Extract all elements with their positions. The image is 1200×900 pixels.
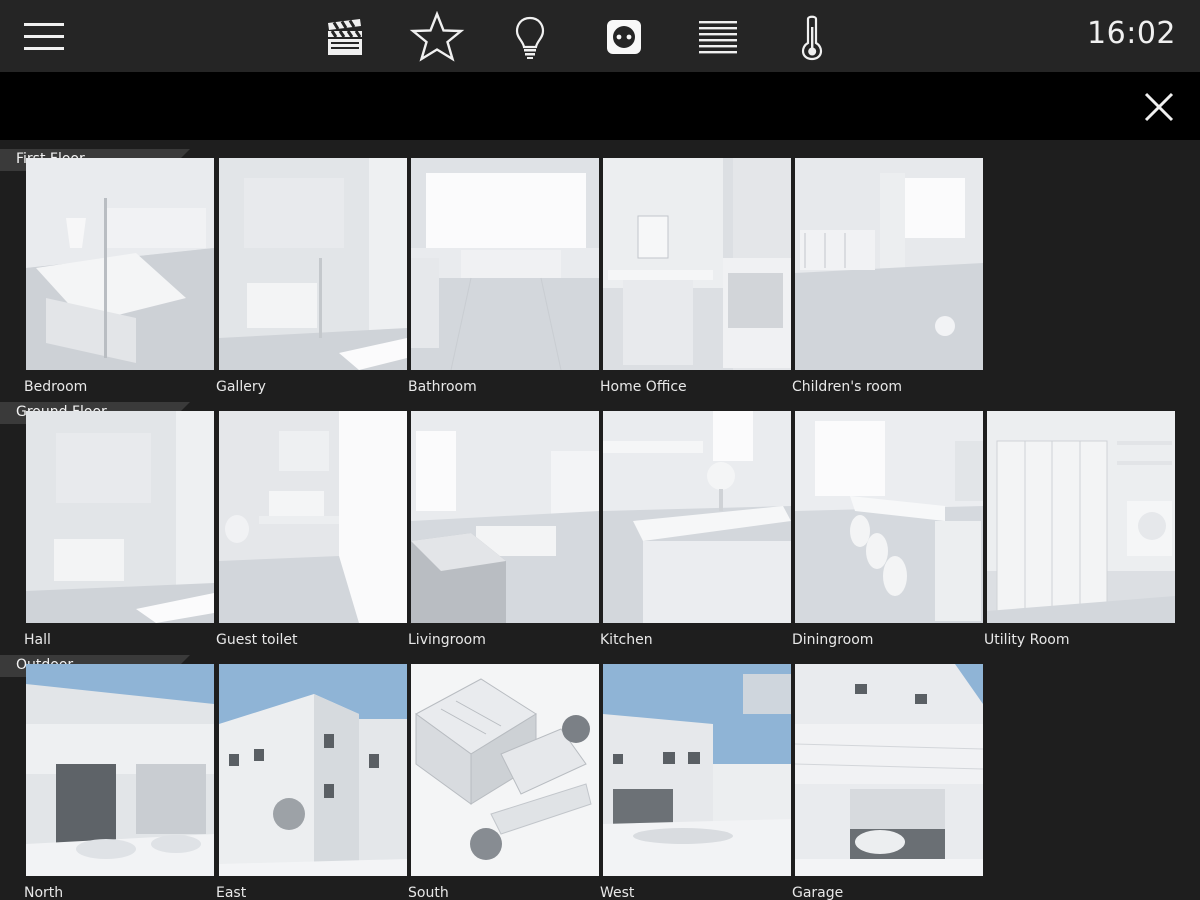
floor-section-first-floor: First Floor Bedroom Gallery <box>0 149 1200 402</box>
room-label: Utility Room <box>984 632 1070 648</box>
room-label: Bedroom <box>24 379 88 395</box>
room-label: Livingroom <box>408 632 486 648</box>
room-label: Kitchen <box>600 632 653 648</box>
close-icon[interactable] <box>1142 90 1176 124</box>
blinds-icon[interactable] <box>690 10 746 64</box>
room-label: South <box>408 885 449 900</box>
floor-section-ground-floor: Ground Floor Hall Guest toilet <box>0 402 1200 655</box>
sub-bar <box>0 72 1200 140</box>
top-bar: 16:02 <box>0 0 1200 72</box>
room-label: East <box>216 885 247 900</box>
room-tile-garage[interactable] <box>795 664 983 876</box>
socket-icon[interactable] <box>596 10 652 64</box>
room-tile-east[interactable] <box>219 664 407 876</box>
room-tile-west[interactable] <box>603 664 791 876</box>
clapperboard-icon[interactable] <box>316 10 372 64</box>
room-label: Garage <box>792 885 844 900</box>
room-label: North <box>24 885 64 900</box>
room-label: Bathroom <box>408 379 477 395</box>
room-label: Home Office <box>600 379 687 395</box>
room-label: Guest toilet <box>216 632 298 648</box>
room-tile-bathroom[interactable] <box>411 158 599 370</box>
room-tile-north[interactable] <box>26 664 214 876</box>
room-tile-gallery[interactable] <box>219 158 407 370</box>
room-tile-bedroom[interactable] <box>26 158 214 370</box>
room-tile-south[interactable] <box>411 664 599 876</box>
room-label: Diningroom <box>792 632 874 648</box>
room-tile-kitchen[interactable] <box>603 411 791 623</box>
room-tile-home-office[interactable] <box>603 158 791 370</box>
room-tile-childrens-room[interactable] <box>795 158 983 370</box>
room-tile-guest-toilet[interactable] <box>219 411 407 623</box>
room-tile-livingroom[interactable] <box>411 411 599 623</box>
clock: 16:02 <box>1087 16 1176 51</box>
room-label: Children's room <box>792 379 903 395</box>
room-tile-diningroom[interactable] <box>795 411 983 623</box>
room-tile-hall[interactable] <box>26 411 214 623</box>
floor-section-outdoor: Outdoor North East <box>0 655 1200 900</box>
thermometer-icon[interactable] <box>784 10 840 64</box>
lightbulb-icon[interactable] <box>502 10 558 64</box>
room-tile-utility-room[interactable] <box>987 411 1175 623</box>
room-label: Gallery <box>216 379 266 395</box>
star-icon[interactable] <box>409 10 465 64</box>
room-label: West <box>600 885 635 900</box>
room-label: Hall <box>24 632 51 648</box>
menu-icon[interactable] <box>18 18 70 56</box>
